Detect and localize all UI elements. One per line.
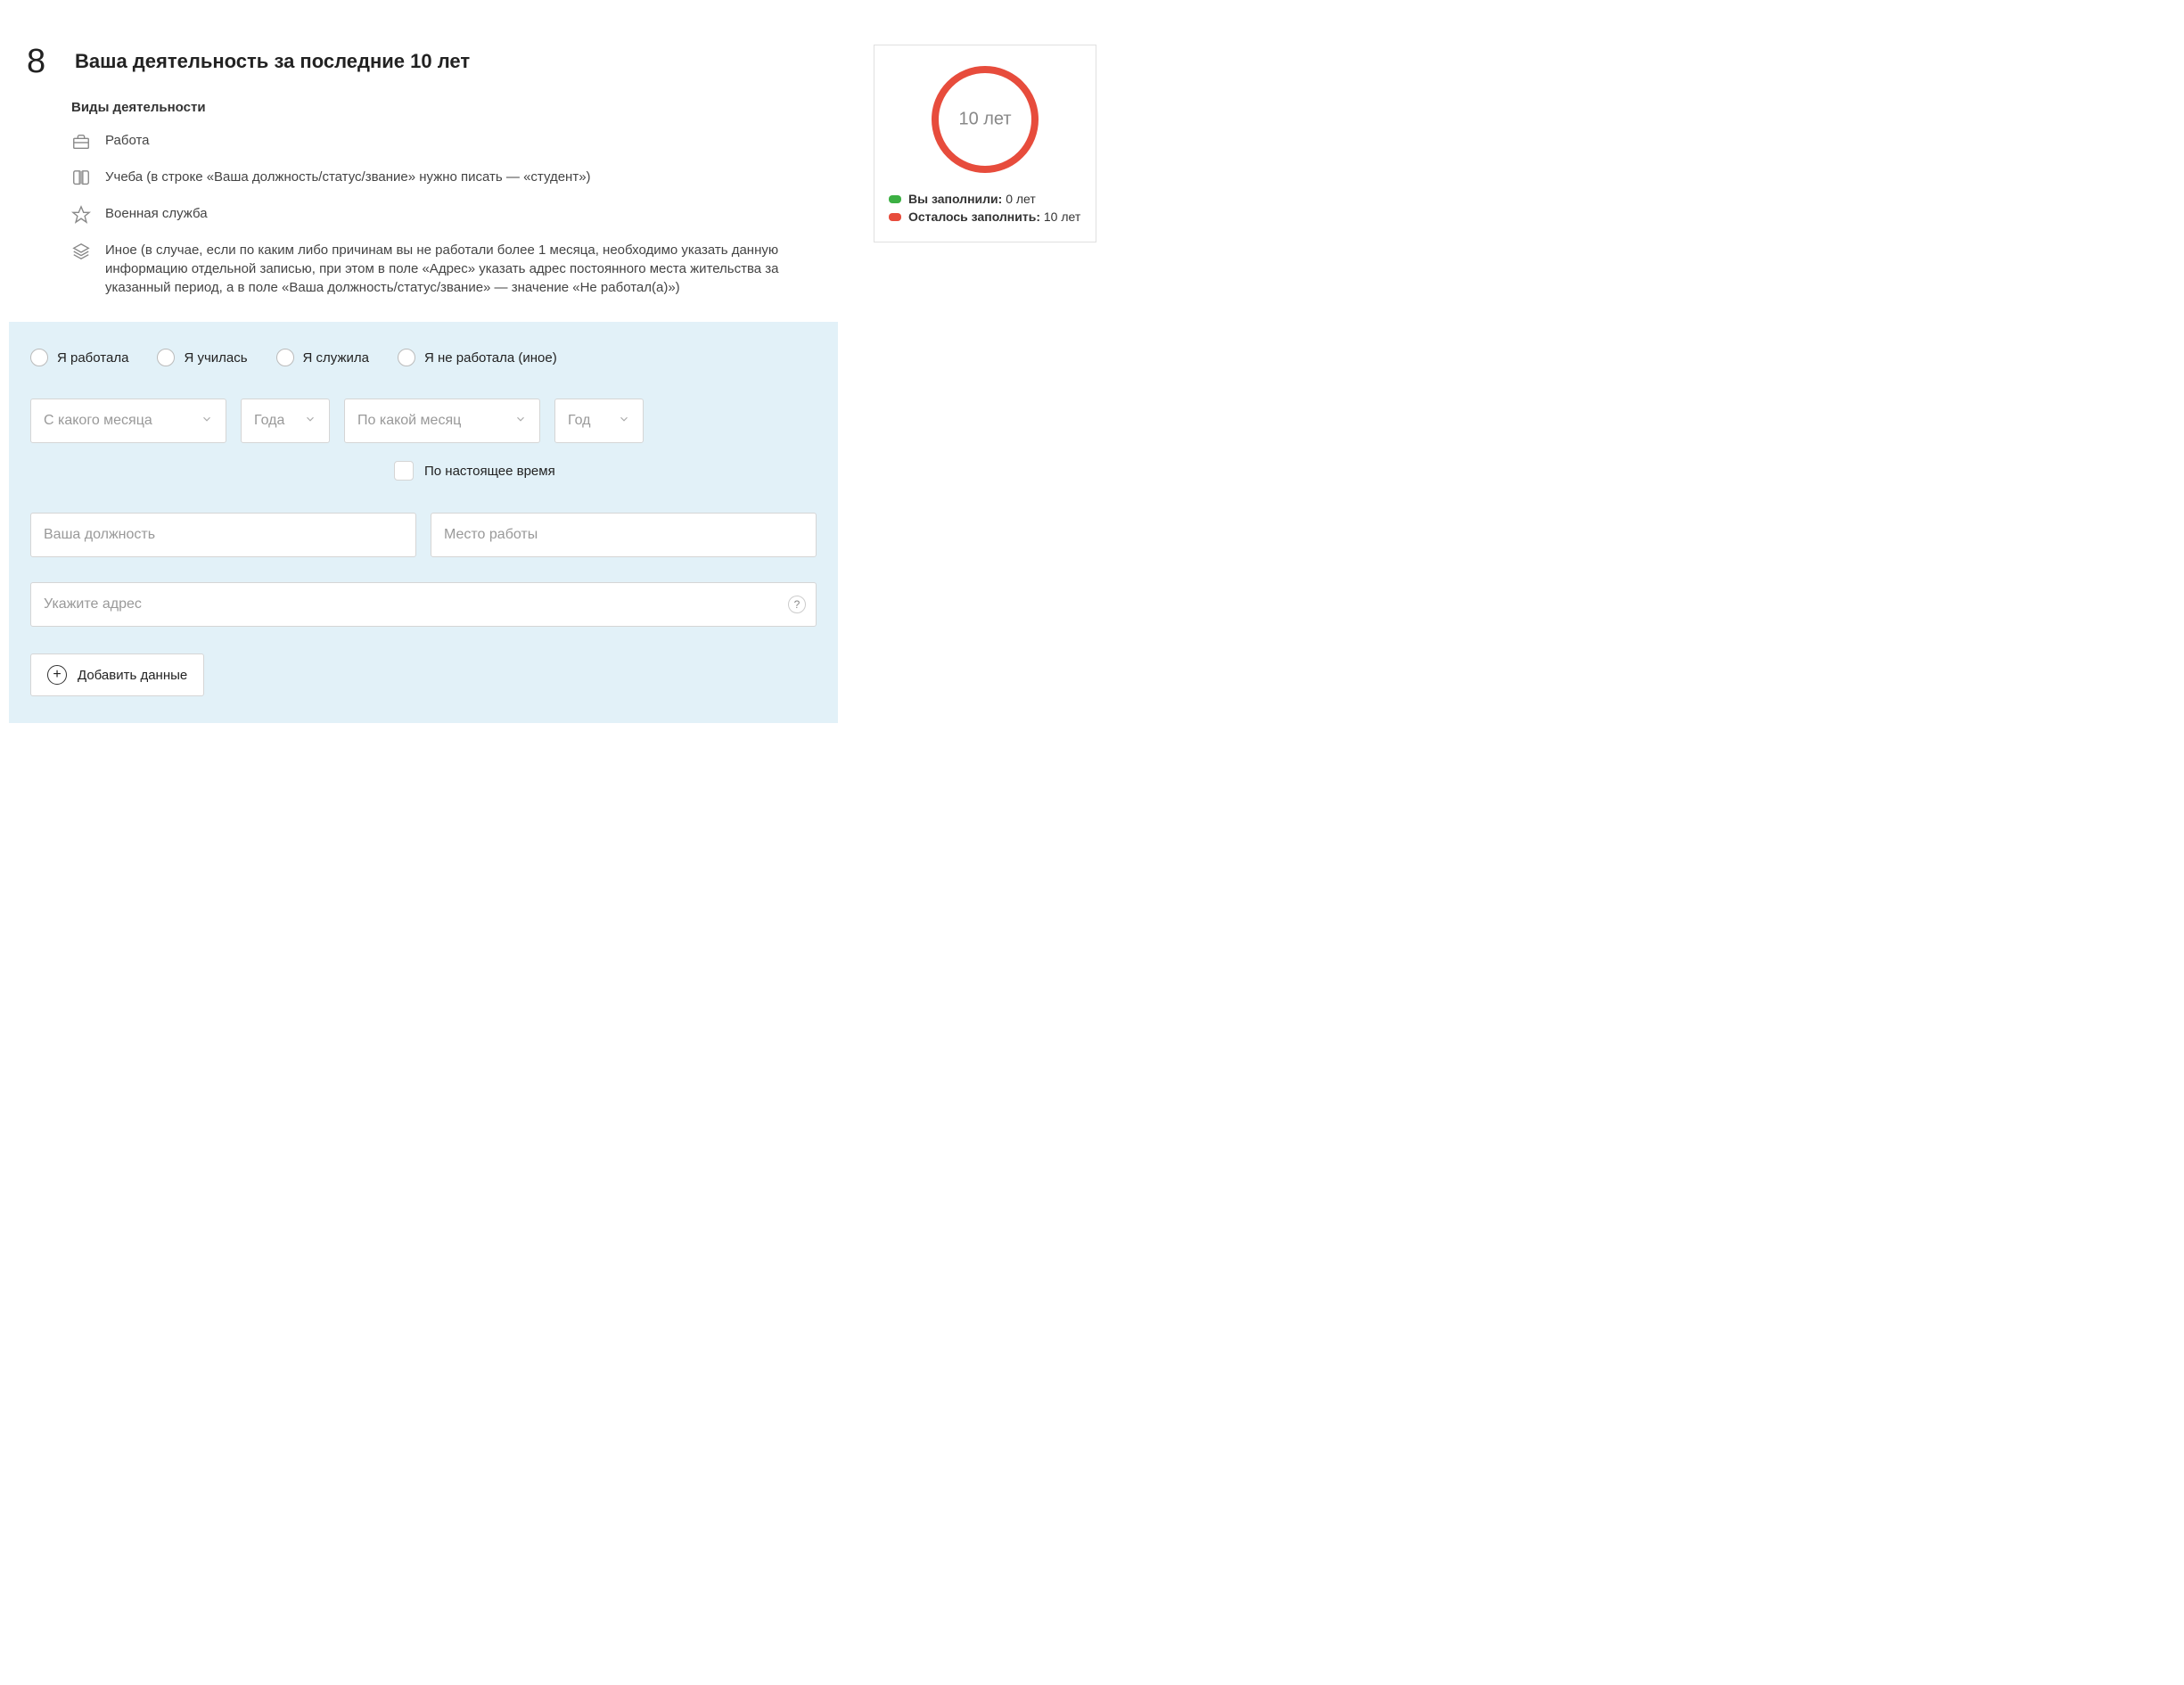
chevron-down-icon	[514, 413, 527, 430]
position-input[interactable]	[30, 513, 416, 557]
radio-studied[interactable]: Я училась	[157, 349, 247, 366]
legend-pill-green-icon	[889, 195, 901, 203]
legend-pill-red-icon	[889, 213, 901, 221]
activity-text: Учеба (в строке «Ваша должность/статус/з…	[105, 168, 818, 186]
chevron-down-icon	[618, 413, 630, 430]
legend-filled-value: 0 лет	[1006, 192, 1036, 206]
radio-other[interactable]: Я не работала (иное)	[398, 349, 557, 366]
add-button-label: Добавить данные	[78, 668, 187, 683]
select-placeholder: Года	[254, 413, 284, 429]
legend-remaining: Осталось заполнить: 10 лет	[889, 210, 1081, 224]
present-checkbox[interactable]	[394, 461, 414, 481]
to-month-select[interactable]: По какой месяц	[344, 399, 540, 443]
stack-icon	[71, 242, 91, 261]
to-year-select[interactable]: Год	[554, 399, 644, 443]
radio-label: Я не работала (иное)	[424, 350, 557, 366]
section-title: Ваша деятельность за последние 10 лет	[75, 45, 470, 73]
radio-served[interactable]: Я служила	[276, 349, 369, 366]
select-placeholder: Год	[568, 413, 590, 429]
radio-icon	[398, 349, 415, 366]
activity-text: Военная служба	[105, 204, 818, 223]
radio-icon	[30, 349, 48, 366]
from-month-select[interactable]: С какого месяца	[30, 399, 226, 443]
chevron-down-icon	[304, 413, 316, 430]
workplace-input[interactable]	[431, 513, 817, 557]
activity-text: Работа	[105, 131, 818, 150]
progress-ring: 10 лет	[927, 62, 1043, 177]
book-icon	[71, 168, 91, 188]
select-placeholder: С какого месяца	[44, 413, 152, 429]
radio-worked[interactable]: Я работала	[30, 349, 128, 366]
activity-item-military: Военная служба	[71, 204, 838, 225]
activity-item-other: Иное (в случае, если по каким либо причи…	[71, 241, 838, 297]
from-year-select[interactable]: Года	[241, 399, 330, 443]
legend-remaining-value: 10 лет	[1044, 210, 1080, 224]
radio-label: Я служила	[303, 350, 369, 366]
activity-item-study: Учеба (в строке «Ваша должность/статус/з…	[71, 168, 838, 188]
radio-label: Я работала	[57, 350, 128, 366]
chevron-down-icon	[201, 413, 213, 430]
section-number: 8	[27, 45, 53, 78]
progress-card: 10 лет Вы заполнили: 0 лет Осталось запо…	[874, 45, 1096, 242]
radio-label: Я училась	[184, 350, 247, 366]
activity-text: Иное (в случае, если по каким либо причи…	[105, 241, 818, 297]
add-data-button[interactable]: + Добавить данные	[30, 653, 204, 696]
radio-icon	[157, 349, 175, 366]
activity-item-work: Работа	[71, 131, 838, 152]
activity-list: Работа Учеба (в строке «Ваша должность/с…	[71, 131, 838, 297]
activity-types-subtitle: Виды деятельности	[71, 100, 838, 115]
activity-type-radios: Я работала Я училась Я служила Я не рабо…	[30, 349, 817, 366]
address-input[interactable]	[30, 582, 817, 627]
briefcase-icon	[71, 132, 91, 152]
activity-form-panel: Я работала Я училась Я служила Я не рабо…	[9, 322, 838, 723]
radio-icon	[276, 349, 294, 366]
help-icon[interactable]: ?	[788, 596, 806, 613]
legend-filled-label: Вы заполнили:	[908, 192, 1002, 206]
progress-ring-label: 10 лет	[958, 110, 1011, 130]
star-icon	[71, 205, 91, 225]
present-checkbox-label: По настоящее время	[424, 464, 555, 479]
legend-filled: Вы заполнили: 0 лет	[889, 192, 1081, 206]
select-placeholder: По какой месяц	[357, 413, 461, 429]
legend-remaining-label: Осталось заполнить:	[908, 210, 1040, 224]
plus-icon: +	[47, 665, 67, 685]
